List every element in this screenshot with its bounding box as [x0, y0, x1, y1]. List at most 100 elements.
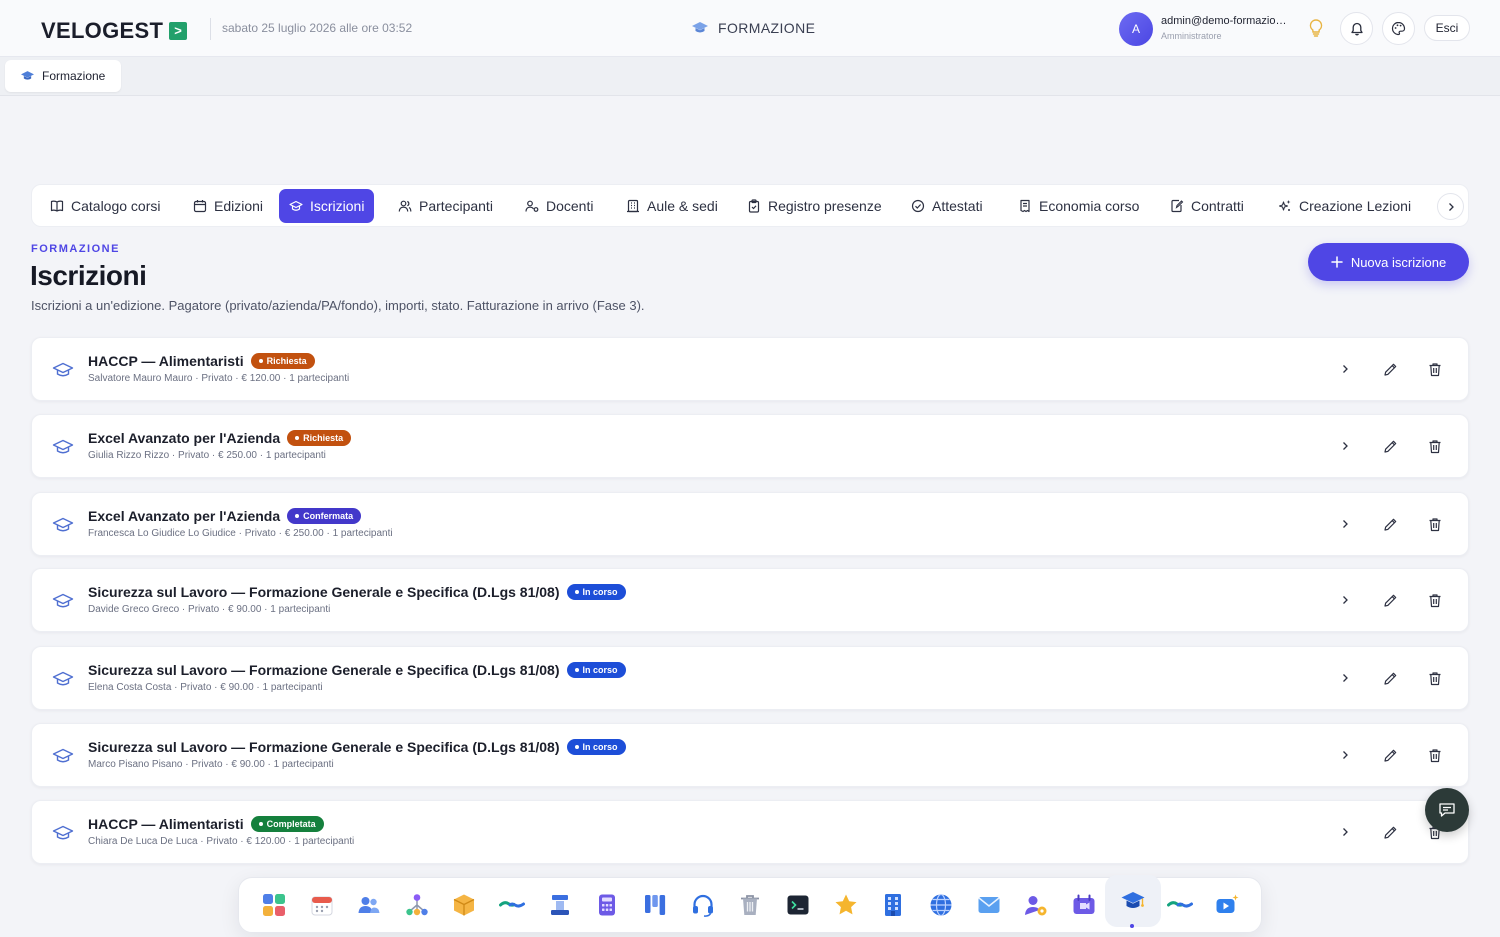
chat-button[interactable]: [1425, 788, 1469, 832]
delete-button[interactable]: [1426, 437, 1444, 455]
calendar-icon[interactable]: [309, 892, 335, 918]
delete-button[interactable]: [1426, 669, 1444, 687]
tab-economia-corso[interactable]: Economia corso: [1008, 189, 1149, 223]
edit-button[interactable]: [1381, 746, 1399, 764]
theme-button[interactable]: [1382, 12, 1415, 45]
handshake-alt-icon[interactable]: [1167, 892, 1193, 918]
lightbulb-icon[interactable]: [1307, 18, 1325, 38]
video-calendar-icon[interactable]: [1071, 892, 1097, 918]
dock-formazione-button[interactable]: [1105, 875, 1161, 927]
tab-catalogo-corsi[interactable]: Catalogo corsi: [40, 189, 171, 223]
kanban-icon[interactable]: [642, 892, 668, 918]
tab-label: Partecipanti: [419, 198, 493, 214]
page-eyebrow: FORMAZIONE: [31, 243, 120, 255]
tab-label: Edizioni: [214, 198, 264, 214]
tab-iscrizioni[interactable]: Iscrizioni: [279, 189, 375, 223]
edit-button[interactable]: [1381, 515, 1399, 533]
open-details-button[interactable]: [1336, 360, 1354, 378]
enrollment-row[interactable]: HACCP — Alimentaristi Completata Chiara …: [31, 800, 1469, 864]
star-icon[interactable]: [833, 892, 859, 918]
window-tab-label: Formazione: [42, 69, 106, 83]
tab-contratti[interactable]: Contratti: [1160, 189, 1254, 223]
enrollment-title-line: Excel Avanzato per l'Azienda Richiesta: [88, 430, 352, 446]
enrollment-meta: Chiara De Luca De Luca · Privato · € 120…: [88, 836, 355, 847]
tab-registro-presenze[interactable]: Registro presenze: [737, 189, 892, 223]
org-chart-icon[interactable]: [404, 892, 430, 918]
edit-button[interactable]: [1381, 823, 1399, 841]
enrollment-meta: Giulia Rizzo Rizzo · Privato · € 250.00 …: [88, 450, 326, 461]
section-label: FORMAZIONE: [718, 20, 816, 36]
package-icon[interactable]: [451, 892, 477, 918]
calculator-icon[interactable]: [594, 892, 620, 918]
status-badge: In corso: [566, 662, 626, 678]
tab-aule-sedi[interactable]: Aule & sedi: [616, 189, 728, 223]
check-circle-icon: [911, 199, 925, 213]
brand-logo[interactable]: VELOGEST >: [41, 18, 188, 44]
tab-edizioni[interactable]: Edizioni: [183, 189, 273, 223]
tab-creazione-lezioni[interactable]: Creazione Lezioni: [1268, 189, 1421, 223]
apps-grid-icon[interactable]: [261, 892, 287, 918]
user-settings-icon[interactable]: [1023, 892, 1049, 918]
edit-button[interactable]: [1381, 669, 1399, 687]
office-building-icon[interactable]: [880, 892, 906, 918]
headset-icon[interactable]: [690, 892, 716, 918]
tab-docenti[interactable]: Docenti: [515, 189, 603, 223]
status-badge: Richiesta: [287, 430, 352, 446]
nav-scroll-right-button[interactable]: [1437, 193, 1464, 220]
notifications-button[interactable]: [1340, 12, 1373, 45]
enrollment-row[interactable]: Sicurezza sul Lavoro — Formazione Genera…: [31, 646, 1469, 710]
pencil-icon: [1383, 440, 1396, 453]
delete-button[interactable]: [1426, 746, 1444, 764]
enrollment-row[interactable]: Sicurezza sul Lavoro — Formazione Genera…: [31, 723, 1469, 787]
open-details-button[interactable]: [1336, 669, 1354, 687]
enrollment-row[interactable]: Excel Avanzato per l'Azienda Confermata …: [31, 492, 1469, 556]
course-name: Excel Avanzato per l'Azienda: [88, 430, 281, 446]
open-details-button[interactable]: [1336, 823, 1354, 841]
trash-icon: [1429, 593, 1441, 607]
open-details-button[interactable]: [1336, 437, 1354, 455]
window-tab-strip: Formazione: [0, 57, 1500, 96]
enrollment-title-line: HACCP — Alimentaristi Richiesta: [88, 353, 315, 369]
user-avatar[interactable]: A: [1119, 12, 1153, 46]
contacts-icon[interactable]: [356, 892, 382, 918]
tab-label: Docenti: [546, 198, 594, 214]
user-name[interactable]: admin@demo-formazio…: [1161, 15, 1291, 27]
enrollment-row[interactable]: Sicurezza sul Lavoro — Formazione Genera…: [31, 568, 1469, 632]
open-details-button[interactable]: [1336, 746, 1354, 764]
terminal-icon[interactable]: [785, 892, 811, 918]
video-ai-icon[interactable]: [1214, 892, 1240, 918]
enrollment-title-line: Excel Avanzato per l'Azienda Confermata: [88, 508, 362, 524]
top-bar: VELOGEST > sabato 25 luglio 2026 alle or…: [0, 0, 1500, 57]
chevron-right-icon: [1343, 365, 1348, 373]
edit-button[interactable]: [1381, 360, 1399, 378]
tab-partecipanti[interactable]: Partecipanti: [388, 189, 503, 223]
course-name: Sicurezza sul Lavoro — Formazione Genera…: [88, 584, 560, 600]
enrollment-title-line: HACCP — Alimentaristi Completata: [88, 816, 324, 832]
delete-button[interactable]: [1426, 591, 1444, 609]
chat-icon: [1439, 803, 1455, 817]
course-name: HACCP — Alimentaristi: [88, 353, 244, 369]
enrollment-row[interactable]: Excel Avanzato per l'Azienda Richiesta G…: [31, 414, 1469, 478]
graduation-cap-icon: [52, 825, 74, 840]
open-details-button[interactable]: [1336, 591, 1354, 609]
window-tab-formazione[interactable]: Formazione: [5, 60, 122, 92]
cashier-icon[interactable]: [547, 892, 573, 918]
chevron-right-icon: [1343, 751, 1348, 759]
enrollment-row[interactable]: HACCP — Alimentaristi Richiesta Salvator…: [31, 337, 1469, 401]
trash-icon[interactable]: [737, 892, 763, 918]
edit-button[interactable]: [1381, 437, 1399, 455]
globe-icon[interactable]: [928, 892, 954, 918]
tab-attestati[interactable]: Attestati: [901, 189, 993, 223]
new-enrollment-button[interactable]: Nuova iscrizione: [1308, 243, 1469, 281]
delete-button[interactable]: [1426, 360, 1444, 378]
handshake-icon[interactable]: [499, 892, 525, 918]
open-details-button[interactable]: [1336, 515, 1354, 533]
mail-icon[interactable]: [976, 892, 1002, 918]
logout-button[interactable]: Esci: [1424, 15, 1470, 41]
enrollment-meta: Marco Pisano Pisano · Privato · € 90.00 …: [88, 759, 334, 770]
trash-icon: [1429, 439, 1441, 453]
tab-label: Attestati: [932, 198, 983, 214]
edit-button[interactable]: [1381, 591, 1399, 609]
delete-button[interactable]: [1426, 515, 1444, 533]
brand-name: VELOGEST: [41, 18, 164, 43]
